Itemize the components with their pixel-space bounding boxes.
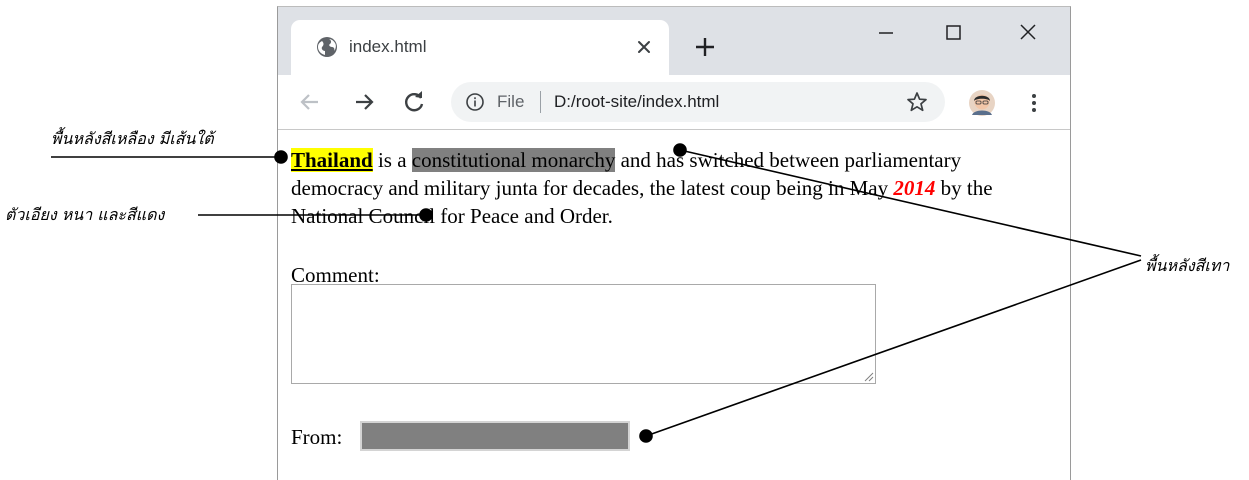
paragraph: Thailand is a constitutional monarchy an… — [291, 146, 1051, 230]
gray-background-text: constitutional monarchy — [411, 148, 616, 172]
address-bar[interactable]: File D:/root-site/index.html — [451, 82, 945, 122]
comment-textarea[interactable] — [291, 284, 876, 384]
red-bold-italic-text: 2014 — [893, 176, 936, 200]
avatar[interactable] — [968, 89, 996, 117]
info-icon[interactable] — [465, 92, 485, 112]
back-arrow-icon[interactable] — [296, 88, 324, 116]
paragraph-text: is a — [372, 148, 412, 172]
toolbar: File D:/root-site/index.html — [278, 75, 1070, 130]
tab-index[interactable]: index.html — [291, 20, 669, 75]
window-close-icon[interactable] — [1008, 19, 1048, 47]
from-input[interactable] — [360, 421, 630, 451]
yellow-underlined-text: Thailand — [291, 148, 373, 172]
star-icon[interactable] — [905, 90, 929, 114]
forward-arrow-icon[interactable] — [350, 88, 378, 116]
page-content: Thailand is a constitutional monarchy an… — [278, 130, 1070, 480]
tab-title: index.html — [349, 37, 427, 56]
plus-icon[interactable] — [690, 32, 720, 62]
callout-yellow-underline — [51, 150, 288, 164]
resize-grip-icon[interactable] — [862, 370, 874, 382]
annotation-gray-background: พื้นหลังสีเทา — [1145, 256, 1230, 275]
url-scheme: File — [497, 92, 525, 111]
url-text[interactable]: D:/root-site/index.html — [554, 90, 719, 114]
maximize-icon[interactable] — [934, 19, 974, 47]
from-label: From: — [291, 425, 343, 449]
browser-window: index.html File D:/root-site/index.html … — [277, 6, 1071, 480]
reload-icon[interactable] — [400, 88, 428, 116]
close-icon[interactable] — [631, 34, 657, 60]
kebab-menu-icon[interactable] — [1026, 89, 1042, 117]
globe-icon — [317, 37, 337, 57]
tab-strip: index.html — [278, 7, 1070, 75]
annotation-italic-bold-red: ตัวเอียง หนา และสีแดง — [5, 205, 165, 224]
url-separator — [540, 91, 541, 113]
annotation-yellow-underline: พื้นหลังสีเหลือง มีเส้นใต้ — [51, 129, 214, 148]
minimize-icon[interactable] — [866, 19, 906, 47]
